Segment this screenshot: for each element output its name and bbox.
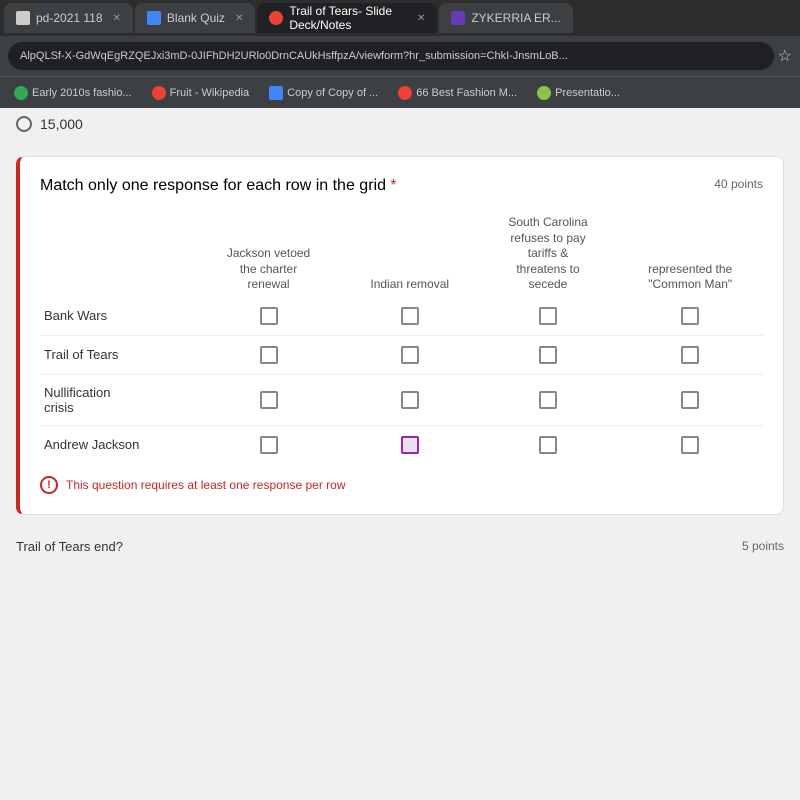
bookmark-label-5: Presentatio... [555, 87, 620, 99]
tab-label-4: ZYKERRIA ER... [471, 11, 560, 25]
table-row: Andrew Jackson [40, 425, 763, 464]
tab-close-3[interactable]: ✕ [417, 13, 425, 24]
checkbox-bank-wars-1[interactable] [260, 307, 278, 325]
tab-trail-of-tears[interactable]: Trail of Tears- Slide Deck/Notes ✕ [257, 3, 437, 33]
checkbox-trail-2[interactable] [401, 346, 419, 364]
error-icon: ! [40, 476, 58, 494]
star-icon[interactable]: ☆ [778, 46, 792, 66]
bookmark-label-4: 66 Best Fashion M... [416, 87, 517, 99]
tab-zykerria[interactable]: ZYKERRIA ER... [439, 3, 572, 33]
error-text: This question requires at least one resp… [66, 478, 346, 492]
cell-bank-wars-1[interactable] [196, 297, 341, 336]
grid-table: Jackson vetoedthe charterrenewal Indian … [40, 211, 763, 464]
checkbox-aj-4[interactable] [681, 436, 699, 454]
checkbox-trail-3[interactable] [539, 346, 557, 364]
col-header-jackson-vetoed: Jackson vetoedthe charterrenewal [196, 211, 341, 297]
row-label-trail-of-tears: Trail of Tears [40, 335, 196, 374]
address-bar-input[interactable] [8, 42, 774, 70]
row-label-nullification: Nullificationcrisis [40, 374, 196, 425]
tab-close-2[interactable]: ✕ [235, 13, 243, 24]
error-message: ! This question requires at least one re… [40, 476, 763, 494]
cell-trail-2[interactable] [341, 335, 479, 374]
radio-label-15000: 15,000 [40, 116, 83, 132]
tab-favicon-1 [16, 11, 30, 25]
bookmark-label-2: Fruit - Wikipedia [170, 87, 249, 99]
checkbox-aj-1[interactable] [260, 436, 278, 454]
question-label: Match only one response for each row in … [40, 177, 386, 194]
cell-aj-4[interactable] [617, 425, 763, 464]
col-header-indian-removal: Indian removal [341, 211, 479, 297]
col-header-south-carolina: South Carolinarefuses to paytariffs &thr… [479, 211, 618, 297]
bookmark-favicon-4 [398, 86, 412, 100]
bookmark-label-3: Copy of Copy of ... [287, 87, 378, 99]
bookmark-early-2010s[interactable]: Early 2010s fashio... [8, 84, 138, 102]
cell-aj-2[interactable] [341, 425, 479, 464]
bottom-points: 5 points [742, 539, 784, 553]
checkbox-bank-wars-3[interactable] [539, 307, 557, 325]
cell-bank-wars-3[interactable] [479, 297, 618, 336]
tab-label-2: Blank Quiz [167, 11, 225, 25]
cell-trail-4[interactable] [617, 335, 763, 374]
checkbox-null-4[interactable] [681, 391, 699, 409]
row-label-bank-wars: Bank Wars [40, 297, 196, 336]
table-row: Nullificationcrisis [40, 374, 763, 425]
tab-favicon-3 [269, 11, 283, 25]
col-header-empty [40, 211, 196, 297]
checkbox-trail-4[interactable] [681, 346, 699, 364]
bookmark-66-best[interactable]: 66 Best Fashion M... [392, 84, 523, 102]
bookmark-copy-of-copy[interactable]: Copy of Copy of ... [263, 84, 384, 102]
tab-pd-2021[interactable]: pd-2021 118 ✕ [4, 3, 133, 33]
radio-circle[interactable] [16, 116, 32, 132]
cell-null-1[interactable] [196, 374, 341, 425]
question-text: Match only one response for each row in … [40, 177, 397, 195]
bookmark-presentation[interactable]: Presentatio... [531, 84, 626, 102]
bottom-label: Trail of Tears end? [16, 539, 123, 554]
tab-blank-quiz[interactable]: Blank Quiz ✕ [135, 3, 255, 33]
cell-bank-wars-4[interactable] [617, 297, 763, 336]
bottom-question-text: Trail of Tears end? 5 points [0, 531, 800, 562]
grid-header-row: Jackson vetoedthe charterrenewal Indian … [40, 211, 763, 297]
bookmark-fruit[interactable]: Fruit - Wikipedia [146, 84, 255, 102]
quiz-card: Match only one response for each row in … [16, 156, 784, 515]
tab-close-1[interactable]: ✕ [113, 13, 121, 24]
cell-trail-1[interactable] [196, 335, 341, 374]
table-row: Bank Wars [40, 297, 763, 336]
bookmark-favicon-3 [269, 86, 283, 100]
question-points: 40 points [714, 177, 763, 191]
page-content: 15,000 Match only one response for each … [0, 108, 800, 800]
cell-null-3[interactable] [479, 374, 618, 425]
bookmark-favicon-2 [152, 86, 166, 100]
checkbox-null-2[interactable] [401, 391, 419, 409]
cell-bank-wars-2[interactable] [341, 297, 479, 336]
checkbox-null-1[interactable] [260, 391, 278, 409]
tab-favicon-2 [147, 11, 161, 25]
tab-bar: pd-2021 118 ✕ Blank Quiz ✕ Trail of Tear… [0, 0, 800, 36]
cell-null-2[interactable] [341, 374, 479, 425]
browser-chrome: pd-2021 118 ✕ Blank Quiz ✕ Trail of Tear… [0, 0, 800, 108]
bookmark-favicon-5 [537, 86, 551, 100]
bookmarks-bar: Early 2010s fashio... Fruit - Wikipedia … [0, 76, 800, 108]
cell-trail-3[interactable] [479, 335, 618, 374]
checkbox-null-3[interactable] [539, 391, 557, 409]
cell-null-4[interactable] [617, 374, 763, 425]
checkbox-bank-wars-2[interactable] [401, 307, 419, 325]
tab-label-3: Trail of Tears- Slide Deck/Notes [289, 4, 407, 32]
address-bar-row: ☆ [0, 36, 800, 76]
question-header: Match only one response for each row in … [40, 177, 763, 195]
bookmark-favicon-1 [14, 86, 28, 100]
row-label-andrew-jackson: Andrew Jackson [40, 425, 196, 464]
cell-aj-3[interactable] [479, 425, 618, 464]
tab-favicon-4 [451, 11, 465, 25]
checkbox-aj-2[interactable] [401, 436, 419, 454]
required-star: * [390, 177, 396, 194]
table-row: Trail of Tears [40, 335, 763, 374]
checkbox-aj-3[interactable] [539, 436, 557, 454]
checkbox-trail-1[interactable] [260, 346, 278, 364]
bookmark-label-1: Early 2010s fashio... [32, 87, 132, 99]
checkbox-bank-wars-4[interactable] [681, 307, 699, 325]
cell-aj-1[interactable] [196, 425, 341, 464]
tab-label-1: pd-2021 118 [36, 11, 103, 25]
col-header-common-man: represented the"Common Man" [617, 211, 763, 297]
radio-option-15000[interactable]: 15,000 [0, 108, 800, 140]
